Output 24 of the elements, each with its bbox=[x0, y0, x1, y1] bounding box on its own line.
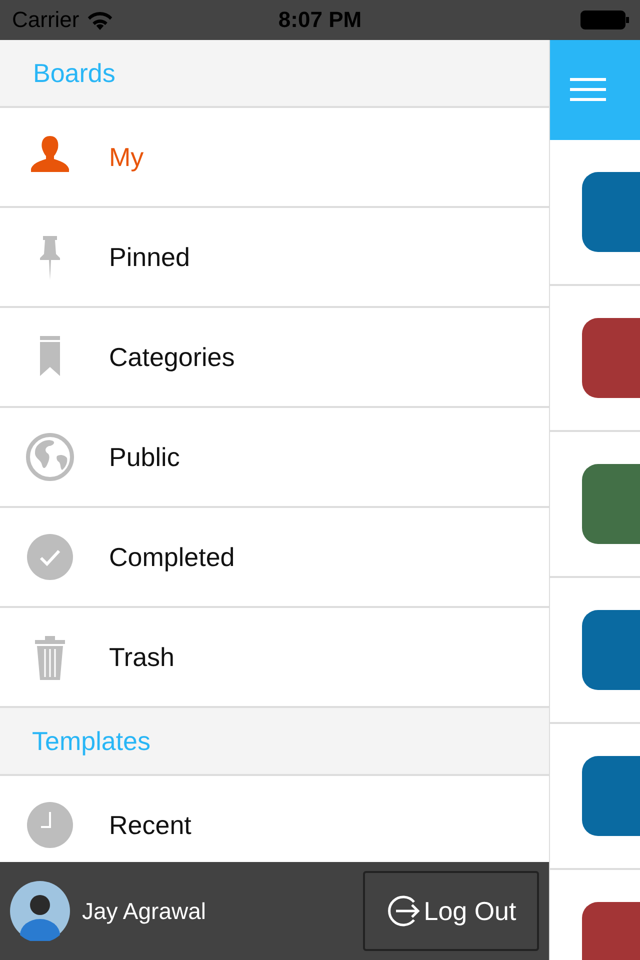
battery-icon bbox=[580, 10, 630, 30]
board-tile[interactable] bbox=[582, 756, 640, 836]
section-title: Boards bbox=[33, 58, 116, 88]
menu-item[interactable]: My bbox=[0, 108, 549, 208]
wifi-icon bbox=[87, 10, 114, 30]
menu-item[interactable]: Public bbox=[0, 408, 549, 508]
checkmark-icon bbox=[25, 532, 75, 582]
board-tile[interactable] bbox=[582, 172, 640, 252]
board-tile[interactable] bbox=[582, 464, 640, 544]
menu-item[interactable]: Pinned bbox=[0, 208, 549, 308]
avatar-icon bbox=[10, 881, 70, 941]
user-name: Jay Agrawal bbox=[82, 898, 208, 924]
board-tile[interactable] bbox=[582, 610, 640, 690]
logout-button[interactable]: Log Out bbox=[363, 871, 539, 951]
menu-item[interactable]: Completed bbox=[0, 508, 549, 608]
carrier-name: Carrier bbox=[12, 7, 80, 33]
globe-icon bbox=[25, 432, 75, 482]
section-title: Templates bbox=[32, 726, 150, 756]
board-tile[interactable] bbox=[582, 902, 640, 960]
menu-item[interactable]: Categories bbox=[0, 308, 549, 408]
board-tile[interactable] bbox=[582, 318, 640, 398]
clock-icon bbox=[25, 800, 75, 850]
clock-time: 8:07 PM bbox=[278, 7, 362, 33]
exit-icon bbox=[386, 893, 422, 929]
